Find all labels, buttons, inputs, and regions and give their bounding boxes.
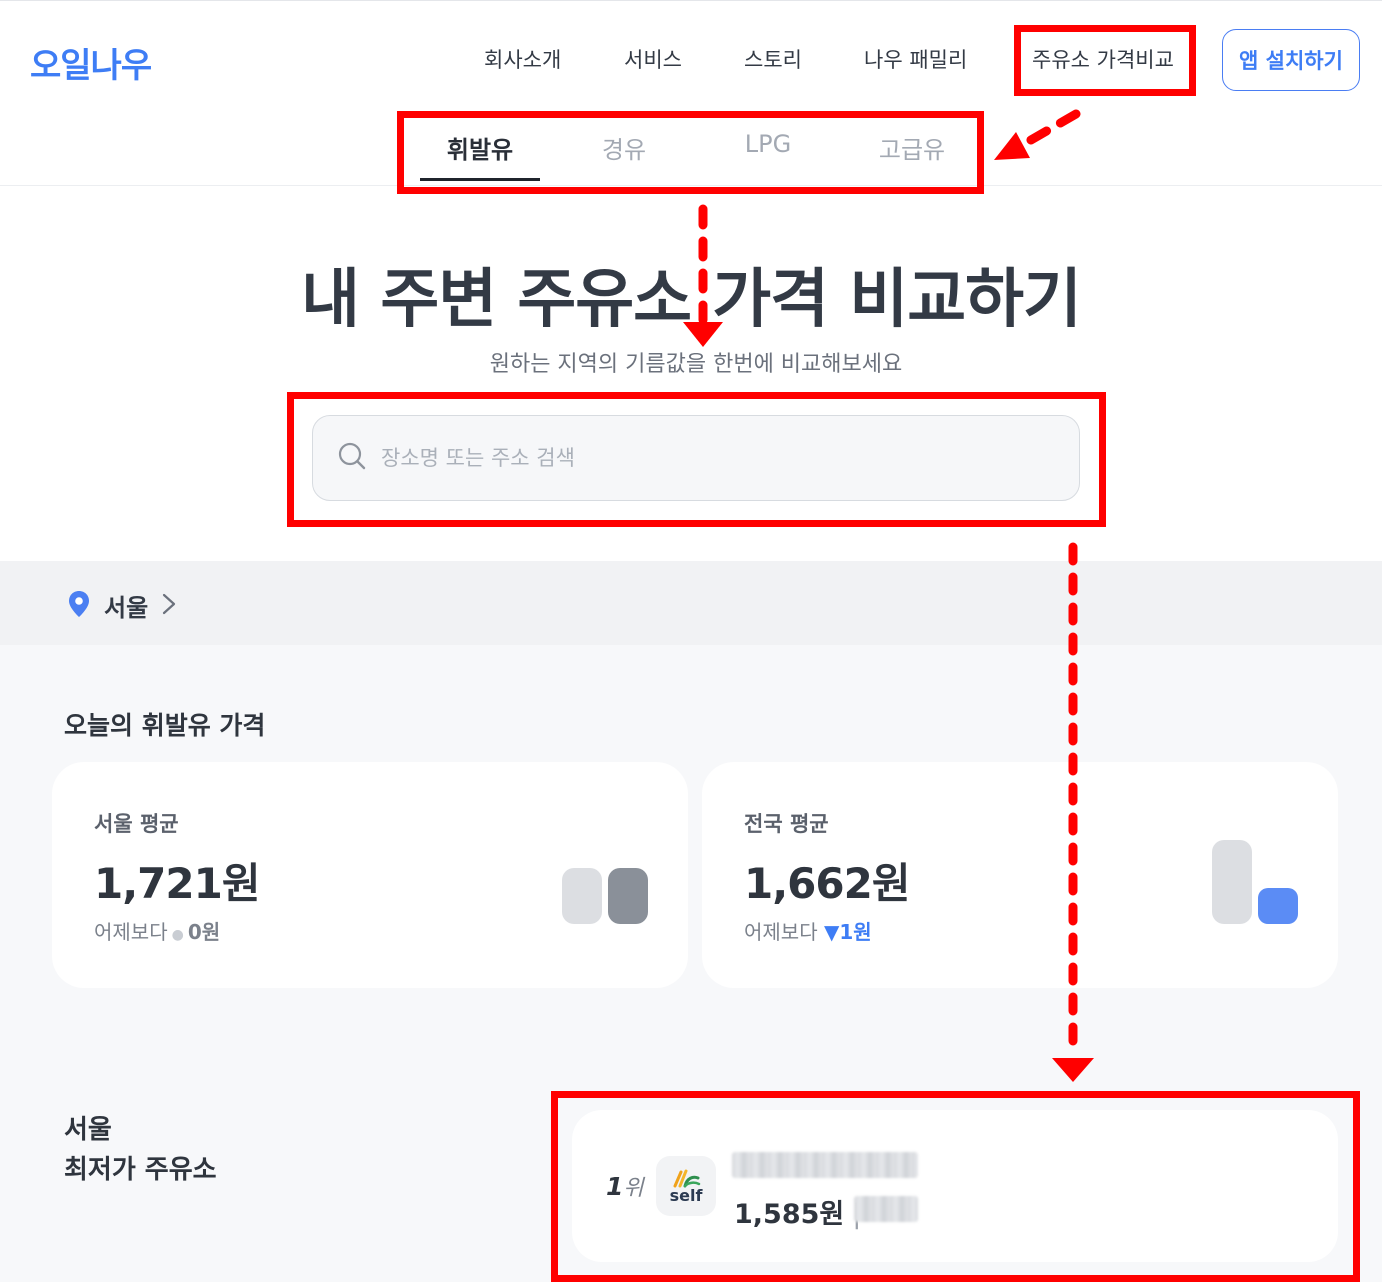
delta-prefix: 어제보다 [94,920,168,944]
region-selector-bar[interactable] [0,561,1382,645]
card-price: 1,721원 [94,859,260,908]
delta-value: 0원 [187,920,221,944]
annotation-box-search [287,392,1106,527]
delta-prefix: 어제보다 [744,920,818,944]
price-bar-graphic-icon [562,868,648,924]
down-arrow-icon: ▼ [823,920,840,944]
card-price: 1,662원 [744,859,910,908]
national-average-card: 전국 평균 1,662원 어제보다 ▼1원 [702,762,1338,988]
annotation-box-station [551,1091,1360,1282]
chevron-right-icon[interactable] [160,592,178,620]
delta-value: 1원 [839,920,872,944]
lowest-heading-line2: 최저가 주유소 [64,1155,217,1185]
location-pin-icon [68,590,90,622]
card-delta: 어제보다 ▼1원 [744,916,872,945]
install-app-button[interactable]: 앱 설치하기 [1222,29,1360,91]
top-border [0,0,1382,5]
today-price-heading: 오늘의 휘발유 가격 [64,711,266,740]
card-delta: 어제보다 ● 0원 [94,916,220,945]
lowest-heading-line1: 서울 [64,1115,112,1145]
neutral-dot-icon: ● [171,927,184,943]
nav-item-story[interactable]: 스토리 [744,44,802,74]
seoul-average-card: 서울 평균 1,721원 어제보다 ● 0원 [52,762,688,988]
price-bar-graphic-icon [1212,840,1298,924]
card-label: 서울 평균 [94,812,179,836]
page-subtitle: 원하는 지역의 기름값을 한번에 비교해보세요 [489,352,903,377]
card-label: 전국 평균 [744,812,829,836]
nav-item-service[interactable]: 서비스 [624,44,682,74]
nav-item-company[interactable]: 회사소개 [484,44,561,74]
annotation-box-nav [1014,25,1196,96]
annotation-box-fuel-tabs [397,111,984,194]
region-name[interactable]: 서울 [104,588,148,623]
nav-item-family[interactable]: 나우 패밀리 [864,44,967,74]
lowest-station-heading: 서울 최저가 주유소 [64,1110,217,1190]
page-title: 내 주변 주유소 가격 비교하기 [301,263,1082,337]
